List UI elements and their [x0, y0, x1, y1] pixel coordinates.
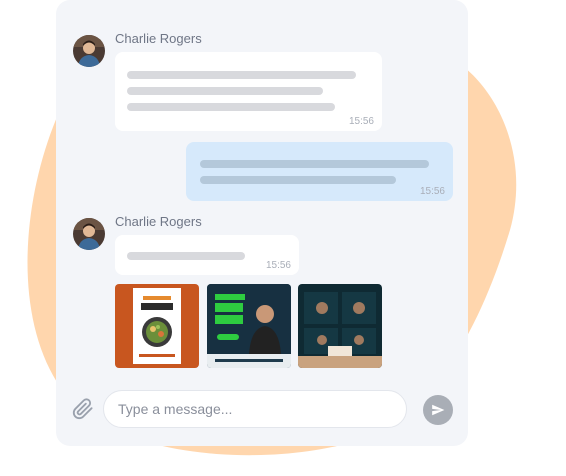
- message-input[interactable]: [103, 390, 407, 428]
- dark-template-grid-thumbnail[interactable]: [298, 284, 382, 368]
- business-poster-thumbnail[interactable]: [207, 284, 291, 368]
- chat-illustration: Charlie Rogers 15:56 15:56 Charlie Roger…: [0, 0, 566, 476]
- message-text-line: [127, 71, 356, 79]
- incoming-message-bubble: 15:56: [115, 52, 382, 131]
- message-time: 15:56: [419, 186, 445, 197]
- message-time: 15:56: [265, 260, 291, 271]
- sender-name: Charlie Rogers: [115, 31, 202, 46]
- avatar[interactable]: [73, 218, 105, 250]
- message-time: 15:56: [348, 116, 374, 127]
- sender-name: Charlie Rogers: [115, 214, 202, 229]
- message-text-line: [127, 87, 323, 95]
- message-text-line: [200, 160, 429, 168]
- message-text-line: [200, 176, 396, 184]
- avatar[interactable]: [73, 35, 105, 67]
- message-text-line: [127, 103, 335, 111]
- paperclip-icon[interactable]: [72, 398, 94, 420]
- message-text-line: [127, 252, 245, 260]
- send-button[interactable]: [423, 395, 453, 425]
- incoming-message-bubble: 15:56: [115, 235, 299, 275]
- food-menu-poster-thumbnail[interactable]: [115, 284, 199, 368]
- send-icon: [432, 404, 445, 416]
- outgoing-message-bubble: 15:56: [186, 142, 453, 201]
